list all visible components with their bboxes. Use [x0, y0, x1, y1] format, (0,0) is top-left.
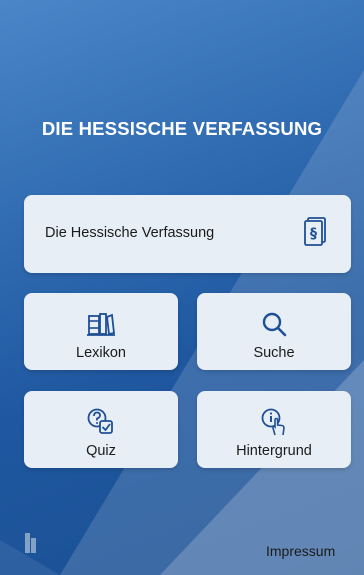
suche-label: Suche — [253, 345, 295, 361]
quiz-label: Quiz — [86, 443, 116, 459]
books-icon — [86, 311, 116, 337]
hintergrund-button[interactable]: Hintergrund — [197, 391, 351, 468]
background-light-wedge — [0, 70, 364, 575]
svg-text:§: § — [310, 226, 317, 242]
lexikon-button[interactable]: Lexikon — [24, 293, 178, 370]
info-hand-icon — [260, 408, 288, 436]
suche-button[interactable]: Suche — [197, 293, 351, 370]
quiz-question-icon — [87, 408, 115, 435]
quiz-button[interactable]: Quiz — [24, 391, 178, 468]
lexikon-label: Lexikon — [76, 345, 126, 361]
hintergrund-label: Hintergrund — [236, 443, 312, 459]
paragraph-document-icon: § — [303, 217, 327, 252]
logo-icon — [24, 532, 38, 559]
verfassung-card[interactable]: Die Hessische Verfassung § — [24, 195, 351, 273]
search-icon — [261, 311, 287, 337]
logo — [24, 532, 38, 559]
impressum-link[interactable]: Impressum — [266, 543, 335, 559]
verfassung-card-label: Die Hessische Verfassung — [45, 225, 215, 241]
page-title: DIE HESSISCHE VERFASSUNG — [41, 118, 323, 139]
